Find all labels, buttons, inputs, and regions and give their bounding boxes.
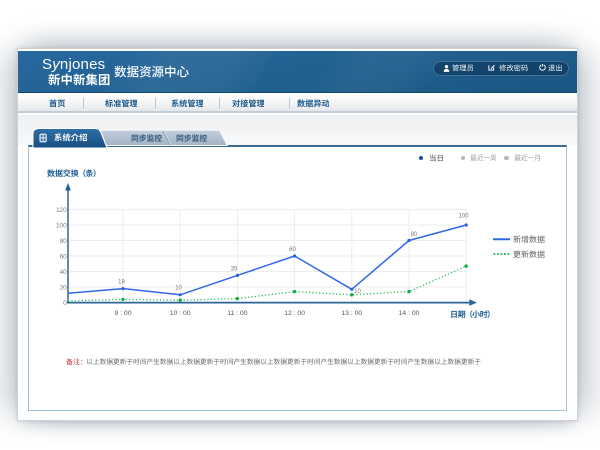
- svg-text:80: 80: [411, 232, 418, 238]
- svg-text:9 : 00: 9 : 00: [114, 310, 131, 317]
- svg-text:10: 10: [175, 286, 182, 292]
- svg-text:60: 60: [60, 253, 68, 260]
- svg-text:20: 20: [60, 284, 68, 291]
- svg-text:40: 40: [60, 269, 68, 276]
- svg-text:35: 35: [231, 267, 238, 273]
- svg-text:18: 18: [118, 280, 125, 286]
- svg-text:0: 0: [63, 300, 67, 307]
- svg-text:120: 120: [56, 207, 67, 214]
- svg-text:80: 80: [60, 238, 68, 245]
- svg-text:11 : 00: 11 : 00: [227, 310, 248, 317]
- svg-text:60: 60: [289, 247, 296, 253]
- svg-text:10: 10: [354, 289, 361, 295]
- svg-text:100: 100: [56, 222, 67, 229]
- svg-text:14 : 00: 14 : 00: [399, 310, 420, 317]
- svg-text:12 : 00: 12 : 00: [284, 310, 305, 317]
- svg-text:10 : 00: 10 : 00: [170, 310, 191, 317]
- svg-text:100: 100: [458, 214, 469, 220]
- svg-text:13 : 00: 13 : 00: [341, 310, 362, 317]
